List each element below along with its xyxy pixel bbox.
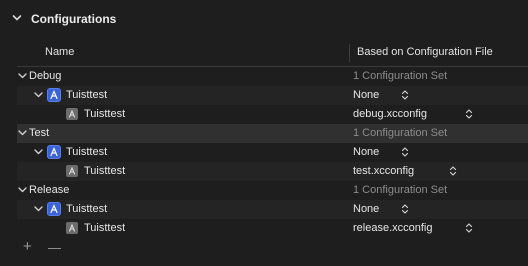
target-row[interactable]: Tuisttest debug.xcconfig (17, 105, 528, 124)
config-row-test[interactable]: Test 1 Configuration Set (17, 124, 528, 143)
target-name: Tuisttest (84, 165, 126, 177)
config-file-popup[interactable]: release.xcconfig (353, 222, 433, 234)
chevron-down-icon[interactable] (18, 129, 27, 137)
config-file-popup[interactable]: None (353, 203, 379, 215)
chevron-up-down-icon[interactable] (465, 108, 473, 120)
target-icon (66, 108, 78, 120)
chevron-up-down-icon[interactable] (401, 89, 409, 101)
config-row-debug[interactable]: Debug 1 Configuration Set (17, 67, 528, 86)
table-header: Name Based on Configuration File (17, 40, 528, 67)
config-name: Test (29, 127, 50, 139)
chevron-down-icon[interactable] (12, 13, 22, 23)
project-icon (47, 202, 61, 216)
chevron-up-down-icon[interactable] (401, 203, 409, 215)
config-file-popup[interactable]: None (353, 89, 379, 101)
add-configuration-button[interactable]: + (23, 239, 32, 255)
config-name: Debug (29, 70, 62, 82)
chevron-down-icon[interactable] (18, 186, 27, 194)
configurations-section-header[interactable]: Configurations (0, 0, 528, 38)
remove-configuration-button[interactable]: — (48, 240, 61, 256)
project-row[interactable]: Tuisttest None (17, 143, 528, 162)
config-summary: 1 Configuration Set (353, 70, 448, 82)
chevron-down-icon[interactable] (34, 205, 43, 213)
column-divider[interactable] (349, 44, 350, 62)
footer-toolbar: + — (17, 237, 528, 259)
config-file-popup[interactable]: None (353, 146, 379, 158)
config-summary: 1 Configuration Set (353, 184, 448, 196)
project-name: Tuisttest (66, 89, 108, 101)
target-icon (66, 165, 78, 177)
project-icon (47, 88, 61, 102)
project-row[interactable]: Tuisttest None (17, 200, 528, 219)
chevron-up-down-icon[interactable] (465, 222, 473, 234)
target-name: Tuisttest (84, 108, 126, 120)
column-header-name[interactable]: Name (45, 46, 74, 58)
config-file-popup[interactable]: debug.xcconfig (353, 108, 427, 120)
config-row-release[interactable]: Release 1 Configuration Set (17, 181, 528, 200)
chevron-down-icon[interactable] (34, 91, 43, 99)
config-name: Release (29, 184, 70, 196)
target-row[interactable]: Tuisttest test.xcconfig (17, 162, 528, 181)
project-row[interactable]: Tuisttest None (17, 86, 528, 105)
project-name: Tuisttest (66, 146, 108, 158)
config-file-popup[interactable]: test.xcconfig (353, 165, 414, 177)
chevron-down-icon[interactable] (34, 148, 43, 156)
project-name: Tuisttest (66, 203, 108, 215)
chevron-up-down-icon[interactable] (449, 165, 457, 177)
column-header-based-on[interactable]: Based on Configuration File (357, 46, 493, 58)
config-summary: 1 Configuration Set (353, 127, 448, 139)
target-row[interactable]: Tuisttest release.xcconfig (17, 219, 528, 238)
chevron-up-down-icon[interactable] (401, 146, 409, 158)
chevron-down-icon[interactable] (18, 72, 27, 80)
target-icon (66, 222, 78, 234)
project-icon (47, 145, 61, 159)
target-name: Tuisttest (84, 222, 126, 234)
section-title: Configurations (31, 12, 117, 26)
